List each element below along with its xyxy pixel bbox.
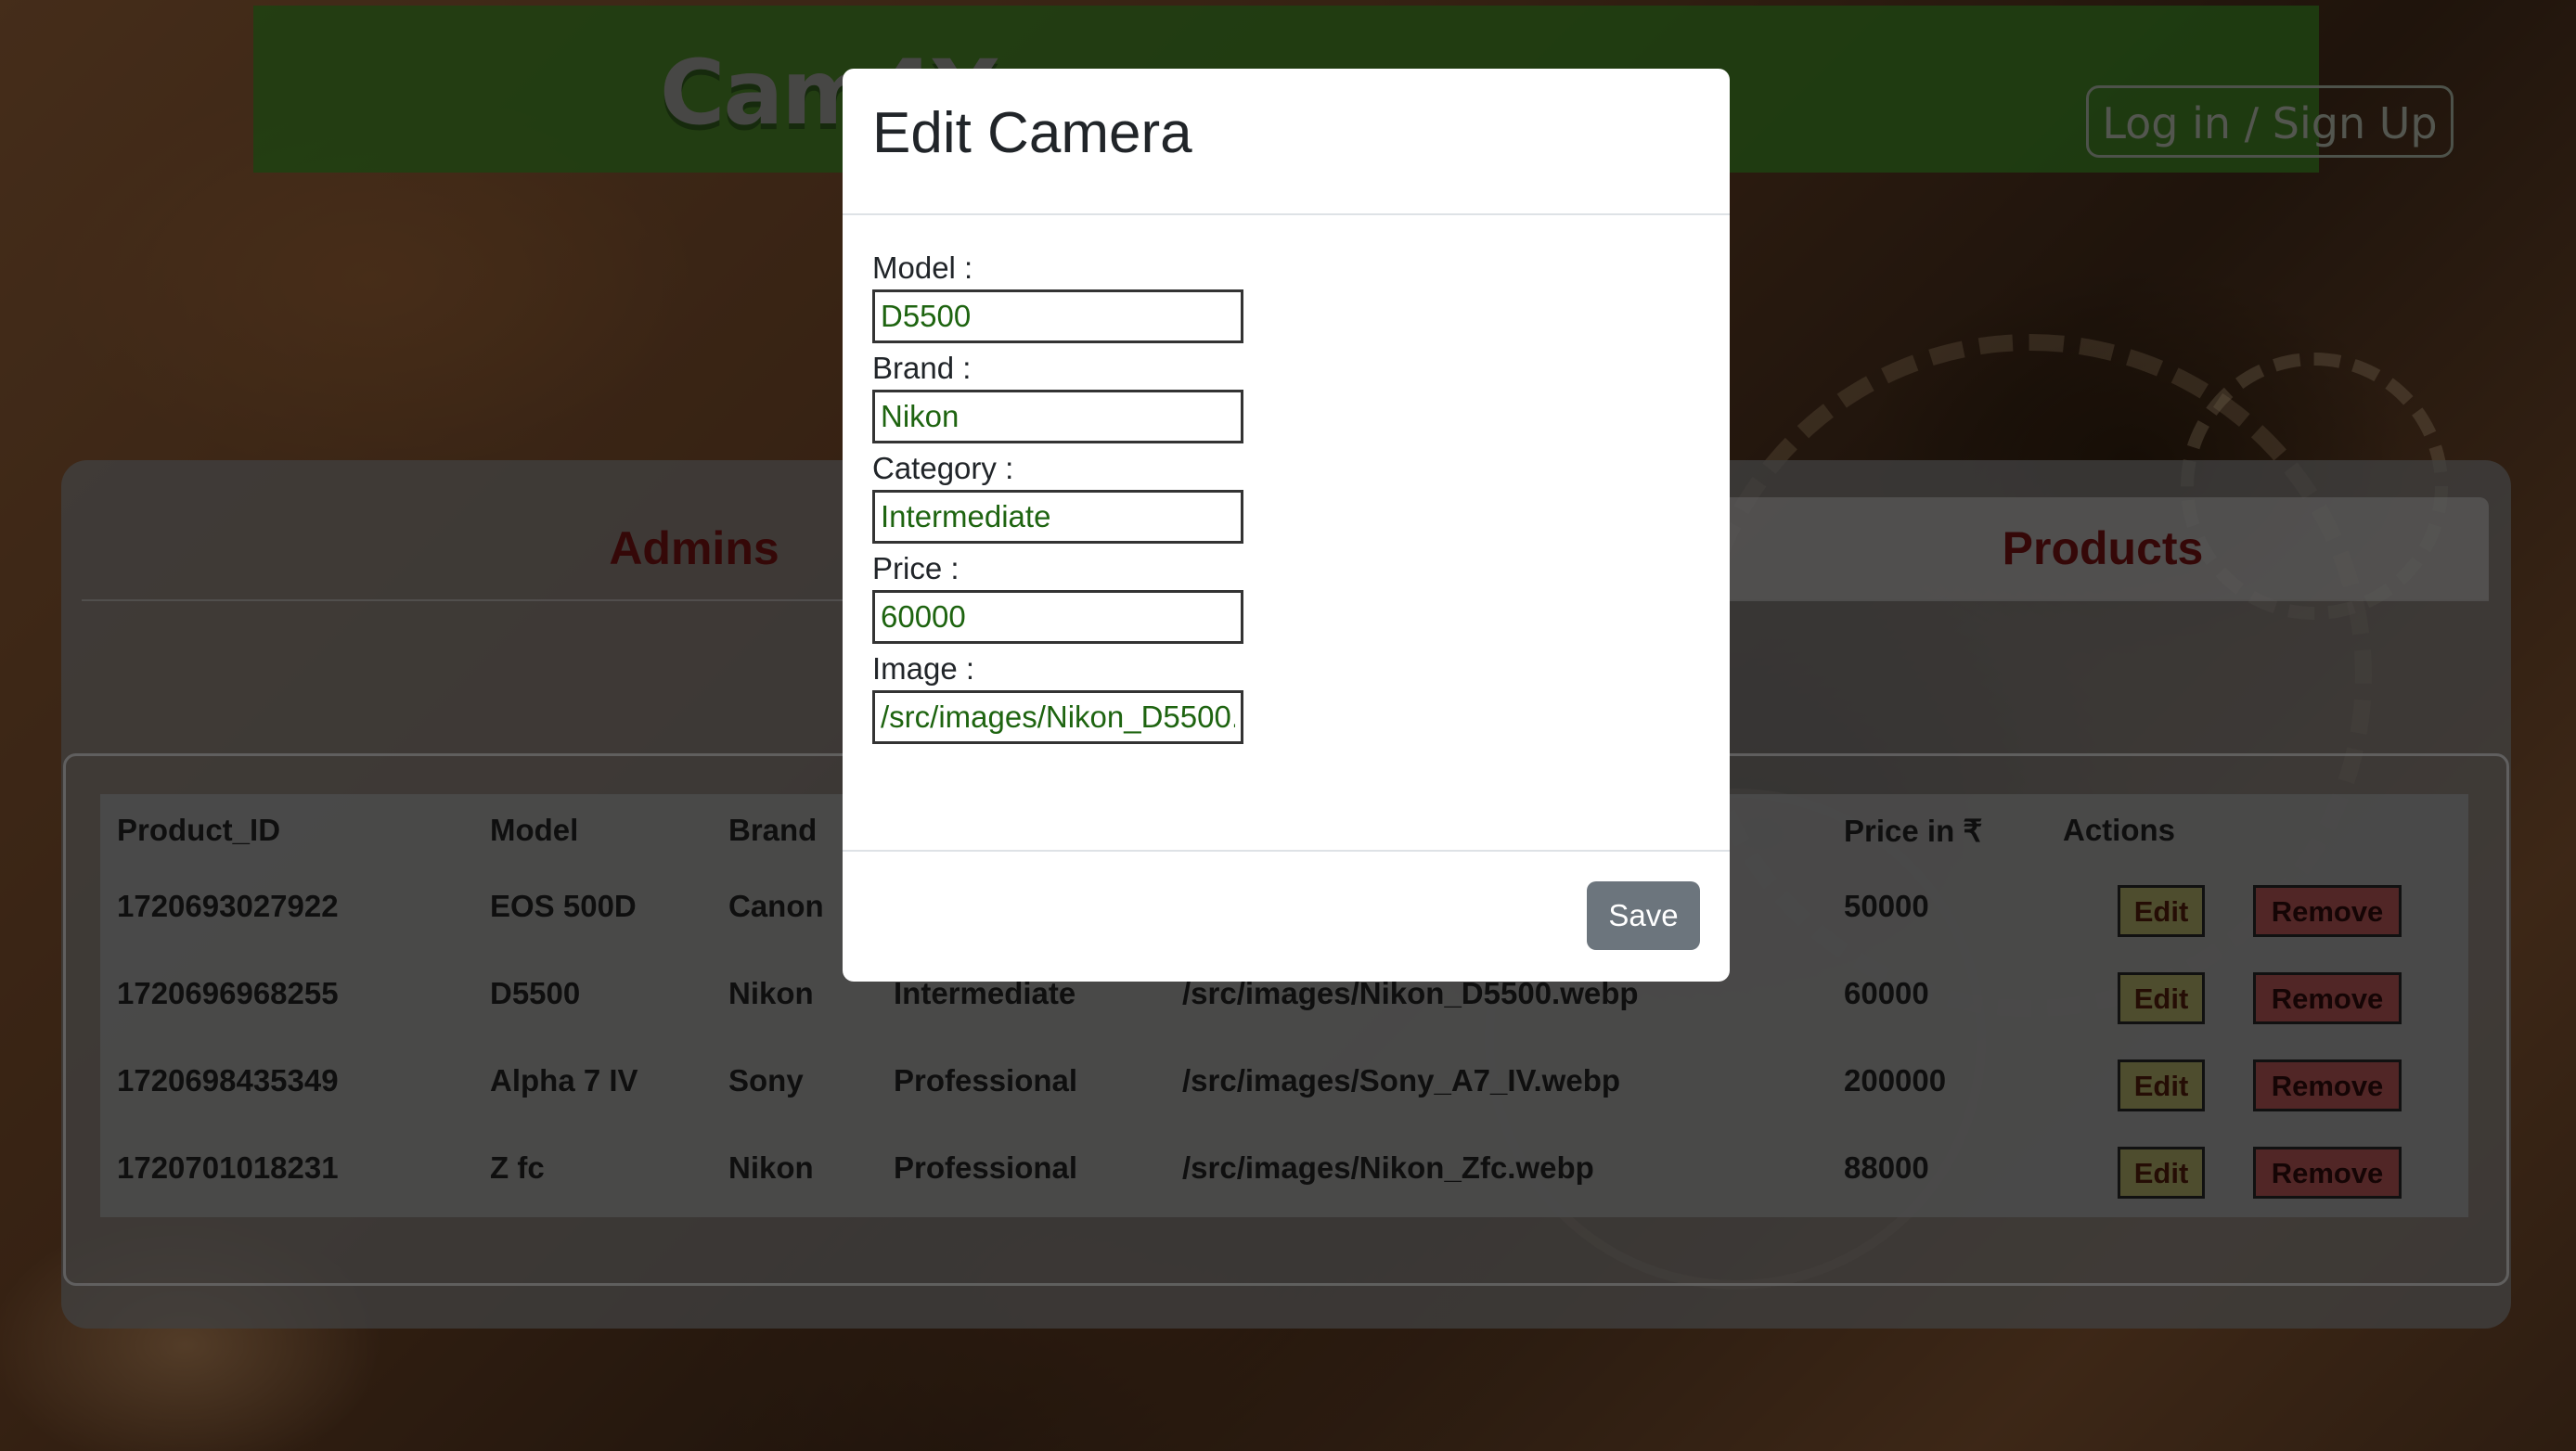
brand-label: Brand : <box>872 351 972 385</box>
edit-camera-modal: Edit Camera Model : Brand : Category : P… <box>843 69 1730 982</box>
modal-header: Edit Camera <box>843 69 1730 215</box>
category-label: Category : <box>872 451 1014 485</box>
image-label: Image : <box>872 651 975 686</box>
modal-title: Edit Camera <box>872 101 1192 165</box>
brand-input[interactable] <box>872 390 1243 443</box>
save-button[interactable]: Save <box>1587 881 1700 950</box>
model-label: Model : <box>872 250 973 285</box>
image-input[interactable] <box>872 690 1243 744</box>
modal-footer: Save <box>843 850 1730 982</box>
price-input[interactable] <box>872 590 1243 644</box>
category-input[interactable] <box>872 490 1243 544</box>
model-input[interactable] <box>872 289 1243 343</box>
price-label: Price : <box>872 551 960 585</box>
